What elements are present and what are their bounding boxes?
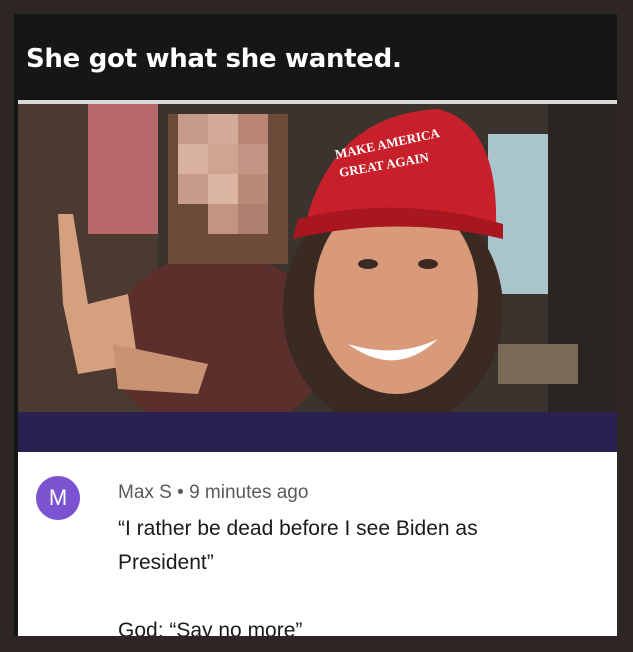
selfie-illustration: MAKE AMERICA GREAT AGAIN <box>18 104 617 416</box>
comment-author[interactable]: Max S <box>118 482 172 503</box>
comment-meta: Max S • 9 minutes ago <box>118 482 308 504</box>
comment-card: M Max S • 9 minutes ago “I rather be dea… <box>18 452 617 636</box>
meme-caption: She got what she wanted. <box>26 44 402 74</box>
selfie-photo: MAKE AMERICA GREAT AGAIN <box>18 100 617 416</box>
avatar[interactable]: M <box>36 476 80 520</box>
photo-footer-band <box>18 412 617 452</box>
meme-frame: She got what she wanted. MAKE AMERICA GR… <box>0 0 633 652</box>
comment-line-1: “I rather be dead before I see Biden as <box>118 517 478 540</box>
meta-separator: • <box>177 482 184 503</box>
meme-post: She got what she wanted. MAKE AMERICA GR… <box>14 14 617 636</box>
comment-line-3: God: “Say no more” <box>118 619 303 636</box>
comment-body: “I rather be dead before I see Biden as … <box>118 512 588 636</box>
comment-time: 9 minutes ago <box>189 482 309 503</box>
comment-line-2: President” <box>118 551 214 574</box>
